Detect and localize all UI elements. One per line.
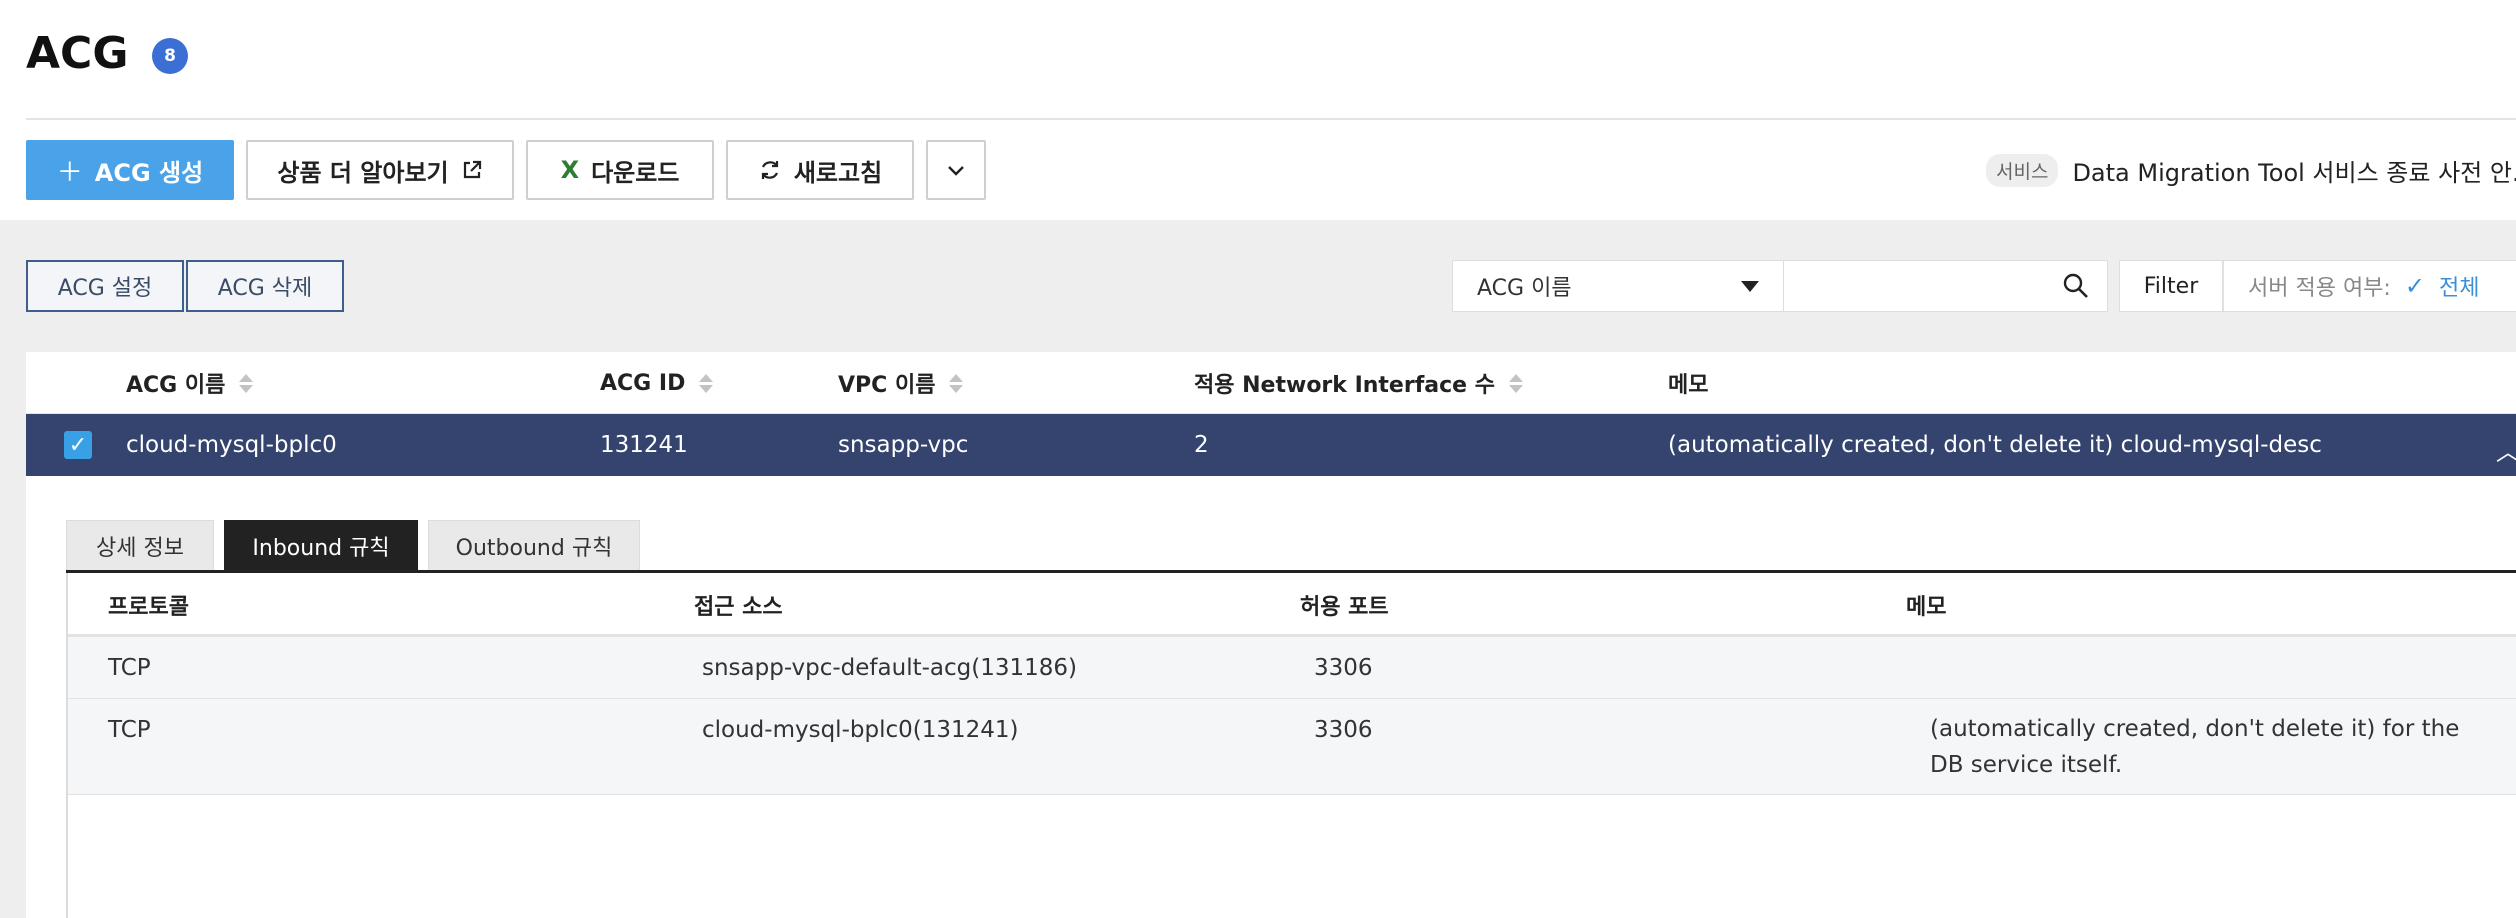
column-header-label: ACG ID <box>600 370 686 396</box>
caret-down-icon <box>1741 280 1759 292</box>
search-icon[interactable] <box>2062 272 2090 300</box>
cell-port: 3306 <box>1314 655 1373 681</box>
column-header-label: VPC 이름 <box>838 373 936 398</box>
more-dropdown-button[interactable] <box>926 140 986 200</box>
sort-icon <box>699 373 714 393</box>
column-header-rule-memo: 메모 <box>1906 595 1947 620</box>
sort-icon <box>949 373 964 393</box>
column-header-ni-count[interactable]: 적용 Network Interface 수 <box>1194 352 1523 414</box>
page-title: ACG <box>26 28 129 79</box>
rules-table-header: 프로토콜 접근 소스 허용 포트 메모 <box>68 573 2516 637</box>
column-header-source: 접근 소스 <box>694 595 783 620</box>
chevron-up-icon[interactable]: ︿ <box>2496 432 2516 467</box>
excel-icon: X <box>560 156 580 184</box>
page-header: ACG 8 <box>0 0 2516 120</box>
count-badge: 8 <box>152 38 188 74</box>
create-acg-button[interactable]: ＋ ACG 생성 <box>26 140 234 200</box>
table-row[interactable]: TCP snsapp-vpc-default-acg(131186) 3306 <box>68 637 2516 699</box>
acg-delete-button[interactable]: ACG 삭제 <box>186 260 344 312</box>
row-checkbox[interactable]: ✓ <box>64 431 92 459</box>
acg-table: ACG 이름 ACG ID VPC 이름 적용 Network Interfac… <box>26 352 2516 918</box>
external-link-icon <box>463 160 481 179</box>
detail-tabs: 상세 정보 Inbound 규칙 Outbound 규칙 <box>66 520 640 572</box>
learn-more-label: 상품 더 알아보기 <box>277 158 449 187</box>
sort-icon <box>239 373 254 393</box>
refresh-label: 새로고침 <box>793 158 883 187</box>
column-header-acg-name[interactable]: ACG 이름 <box>126 352 254 414</box>
server-apply-filter-label: 서버 적용 여부: <box>2248 276 2391 301</box>
inbound-rules-table: 프로토콜 접근 소스 허용 포트 메모 TCP snsapp-vpc-defau… <box>66 573 2516 918</box>
content-area: ACG 설정 ACG 삭제 ACG 이름 Filter 서버 적용 여부: ✓ … <box>0 220 2516 918</box>
notice-tag: 서비스 <box>1986 153 2059 187</box>
table-header: ACG 이름 ACG ID VPC 이름 적용 Network Interfac… <box>26 352 2516 414</box>
chevron-down-icon <box>948 166 964 176</box>
toolbar: ＋ ACG 생성 상품 더 알아보기 X 다운로드 새로고침 서비스 Data … <box>0 120 2516 220</box>
refresh-button[interactable]: 새로고침 <box>726 140 914 200</box>
server-apply-filter[interactable]: 서버 적용 여부: ✓ 전체 <box>2223 260 2516 312</box>
cell-protocol: TCP <box>108 655 151 681</box>
refresh-icon <box>761 161 778 179</box>
sort-icon <box>1508 373 1523 393</box>
search-field-selected: ACG 이름 <box>1477 276 1572 301</box>
column-header-protocol: 프로토콜 <box>108 595 189 620</box>
download-button[interactable]: X 다운로드 <box>526 140 714 200</box>
server-apply-filter-value: 전체 <box>2438 276 2480 301</box>
notice-text[interactable]: Data Migration Tool 서비스 종료 사전 안... <box>2072 153 2516 188</box>
table-row[interactable]: TCP cloud-mysql-bplc0(131241) 3306 (auto… <box>68 699 2516 795</box>
acg-settings-button[interactable]: ACG 설정 <box>26 260 184 312</box>
table-row-selected[interactable]: ✓ cloud-mysql-bplc0 131241 snsapp-vpc 2 … <box>26 414 2516 476</box>
search-input[interactable] <box>1784 260 2108 312</box>
create-acg-label: ACG 생성 <box>94 158 204 187</box>
cell-source: cloud-mysql-bplc0(131241) <box>702 717 1019 743</box>
tab-inbound-rules[interactable]: Inbound 규칙 <box>224 520 418 572</box>
cell-rule-memo: (automatically created, don't delete it)… <box>1930 716 2460 778</box>
notice-banner[interactable]: 서비스 Data Migration Tool 서비스 종료 사전 안... ⧉ <box>1986 150 2516 190</box>
cell-acg-id: 131241 <box>600 432 688 458</box>
column-header-port: 허용 포트 <box>1300 595 1389 620</box>
column-header-vpc-name[interactable]: VPC 이름 <box>838 352 964 414</box>
tab-outbound-rules[interactable]: Outbound 규칙 <box>428 520 640 572</box>
cell-ni-count: 2 <box>1194 432 1209 458</box>
learn-more-button[interactable]: 상품 더 알아보기 <box>246 140 514 200</box>
cell-memo: (automatically created, don't delete it)… <box>1668 432 2322 458</box>
filter-button[interactable]: Filter <box>2119 260 2223 312</box>
column-header-acg-id[interactable]: ACG ID <box>600 352 714 414</box>
search-field-select[interactable]: ACG 이름 <box>1452 260 1784 312</box>
column-header-label: ACG 이름 <box>126 373 226 398</box>
cell-source: snsapp-vpc-default-acg(131186) <box>702 655 1077 681</box>
column-header-label: 메모 <box>1668 373 1709 398</box>
column-header-label: 적용 Network Interface 수 <box>1194 373 1495 398</box>
tab-detail-info[interactable]: 상세 정보 <box>66 520 214 572</box>
download-label: 다운로드 <box>591 158 680 187</box>
cell-protocol: TCP <box>108 717 151 743</box>
check-icon: ✓ <box>2404 272 2425 300</box>
cell-vpc-name: snsapp-vpc <box>838 432 969 458</box>
cell-acg-name: cloud-mysql-bplc0 <box>126 432 337 458</box>
cell-port: 3306 <box>1314 717 1373 743</box>
column-header-memo: 메모 <box>1668 352 1708 414</box>
plus-icon: ＋ <box>56 157 83 188</box>
